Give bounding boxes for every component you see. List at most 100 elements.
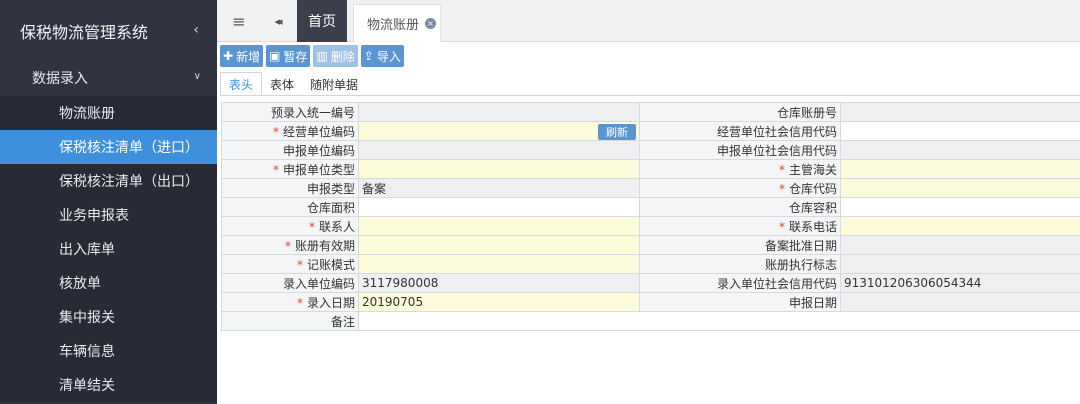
sidebar-item-release-order[interactable]: 核放单 <box>0 266 217 300</box>
field-label: 录入单位编码 <box>221 273 359 293</box>
customs-office-field[interactable] <box>840 159 1080 179</box>
field-label: 账册有效期 <box>221 235 359 255</box>
ledger-header-form: 预录入统一编号 仓库账册号 经营单位编码 刷新 经营单位社会信用代码 申报单位编… <box>221 102 1080 331</box>
sidebar-item-logistics-ledger[interactable]: 物流账册 <box>0 96 217 130</box>
field-label: 经营单位编码 <box>221 121 359 141</box>
warehouse-volume-field[interactable] <box>840 197 1080 217</box>
contact-phone-field[interactable] <box>840 216 1080 236</box>
tab-label: 物流账册 <box>367 18 420 33</box>
pre-entry-number-field[interactable] <box>358 102 640 122</box>
sidebar-item-list-clearance[interactable]: 清单结关 <box>0 368 217 402</box>
sidebar-item-warehouse-order[interactable]: 出入库单 <box>0 232 217 266</box>
form-row: 仓库面积 仓库容积 <box>221 197 1080 217</box>
tabs-back-icon[interactable]: ◂◂ <box>263 0 291 42</box>
ledger-validity-field[interactable] <box>358 235 640 255</box>
warehouse-ledger-number-field[interactable] <box>840 102 1080 122</box>
field-label: 录入单位社会信用代码 <box>639 273 841 293</box>
field-label: 申报日期 <box>639 292 841 312</box>
warehouse-area-field[interactable] <box>358 197 640 217</box>
field-label: 联系电话 <box>639 216 841 236</box>
field-label: 申报单位编码 <box>221 140 359 160</box>
app-title-text: 保税物流管理系统 <box>20 23 149 42</box>
chevron-down-icon: ∨ <box>193 71 201 82</box>
collapse-chevron-icon[interactable]: ‹ <box>193 22 199 38</box>
tab-home[interactable]: 首页 <box>297 0 347 42</box>
save-draft-button[interactable]: ▣ 暂存 <box>266 45 311 67</box>
upload-icon: ⇪ <box>363 49 374 63</box>
plus-icon: ✚ <box>223 49 234 63</box>
delete-button[interactable]: ▥ 删除 <box>313 45 358 67</box>
form-row: 账册有效期 备案批准日期 <box>221 235 1080 255</box>
sidebar-item-label: 保税核注清单（出口） <box>59 174 199 190</box>
operating-unit-code-field[interactable]: 刷新 <box>358 121 640 141</box>
trash-icon: ▥ <box>316 49 328 63</box>
field-label: 仓库面积 <box>221 197 359 217</box>
sidebar-group-data-entry[interactable]: 数据录入 ∨ <box>0 62 217 94</box>
contact-person-field[interactable] <box>358 216 640 236</box>
field-label: 主管海关 <box>639 159 841 179</box>
sidebar-item-label: 清单结关 <box>59 378 115 394</box>
form-subtabs: 表头 表体 随附单据 <box>220 70 366 96</box>
field-label: 录入日期 <box>221 292 359 312</box>
form-row: 申报类型 备案 仓库代码 <box>221 178 1080 198</box>
approval-date-field[interactable] <box>840 235 1080 255</box>
sidebar-item-label: 车辆信息 <box>59 344 115 360</box>
floppy-icon: ▣ <box>269 49 281 63</box>
sidebar-item-centralized-customs[interactable]: 集中报关 <box>0 300 217 334</box>
sidebar: 保税物流管理系统 ‹ 数据录入 ∨ 物流账册 保税核注清单（进口） 保税核注清单… <box>0 0 217 404</box>
operating-unit-credit-code-field[interactable] <box>840 121 1080 141</box>
delete-label: 删除 <box>330 49 355 64</box>
topbar: ≡ ◂◂ 首页 物流账册 × <box>217 0 1080 42</box>
sidebar-item-label: 出入库单 <box>59 242 115 258</box>
form-row: 备注 <box>221 311 1080 331</box>
entry-date-field[interactable]: 20190705 <box>358 292 640 312</box>
sidebar-item-label: 核放单 <box>59 276 101 292</box>
sidebar-item-bonded-list-export[interactable]: 保税核注清单（出口） <box>0 164 217 198</box>
tab-body[interactable]: 表体 <box>262 72 302 96</box>
field-label: 经营单位社会信用代码 <box>639 121 841 141</box>
ledger-execution-flag-field[interactable] <box>840 254 1080 274</box>
form-row: 录入日期 20190705 申报日期 <box>221 292 1080 312</box>
declaring-unit-code-field[interactable] <box>358 140 640 160</box>
field-label: 仓库代码 <box>639 178 841 198</box>
sidebar-item-bonded-list-import[interactable]: 保税核注清单（进口） <box>0 130 217 164</box>
menu-icon[interactable]: ≡ <box>225 0 253 42</box>
field-label: 备注 <box>221 311 359 331</box>
sidebar-item-label: 保税核注清单（进口） <box>59 140 199 156</box>
field-label: 申报单位社会信用代码 <box>639 140 841 160</box>
sidebar-item-business-declaration[interactable]: 业务申报表 <box>0 198 217 232</box>
form-row: 记账模式 账册执行标志 <box>221 254 1080 274</box>
entry-unit-code-field[interactable]: 3117980008 <box>358 273 640 293</box>
form-row: 经营单位编码 刷新 经营单位社会信用代码 <box>221 121 1080 141</box>
refresh-button[interactable]: 刷新 <box>598 123 636 140</box>
sidebar-item-vehicle-info[interactable]: 车辆信息 <box>0 334 217 368</box>
sidebar-item-label: 业务申报表 <box>59 208 129 224</box>
subtab-divider <box>220 95 1080 96</box>
close-icon[interactable]: × <box>425 18 437 29</box>
declaring-unit-credit-code-field[interactable] <box>840 140 1080 160</box>
app-title: 保税物流管理系统 ‹ <box>0 0 217 62</box>
declaring-unit-type-field[interactable] <box>358 159 640 179</box>
accounting-mode-field[interactable] <box>358 254 640 274</box>
add-button[interactable]: ✚ 新增 <box>220 45 264 67</box>
import-label: 导入 <box>376 49 401 64</box>
form-row: 预录入统一编号 仓库账册号 <box>221 102 1080 122</box>
field-label: 预录入统一编号 <box>221 102 359 122</box>
save-label: 暂存 <box>283 49 308 64</box>
add-label: 新增 <box>236 49 261 64</box>
tab-attachments[interactable]: 随附单据 <box>302 72 366 96</box>
tab-logistics-ledger[interactable]: 物流账册 × <box>353 4 441 42</box>
warehouse-code-field[interactable] <box>840 178 1080 198</box>
declaration-type-field[interactable]: 备案 <box>358 178 640 198</box>
field-label: 联系人 <box>221 216 359 236</box>
form-row: 申报单位类型 主管海关 <box>221 159 1080 179</box>
import-button[interactable]: ⇪ 导入 <box>360 45 404 67</box>
tab-header[interactable]: 表头 <box>220 72 263 96</box>
form-row: 录入单位编码 3117980008 录入单位社会信用代码 91310120630… <box>221 273 1080 293</box>
field-label: 备案批准日期 <box>639 235 841 255</box>
remarks-field[interactable] <box>358 311 1080 331</box>
declaration-date-field[interactable] <box>840 292 1080 312</box>
entry-unit-credit-code-field[interactable]: 913101206306054344 <box>840 273 1080 293</box>
field-label: 申报类型 <box>221 178 359 198</box>
field-label: 记账模式 <box>221 254 359 274</box>
